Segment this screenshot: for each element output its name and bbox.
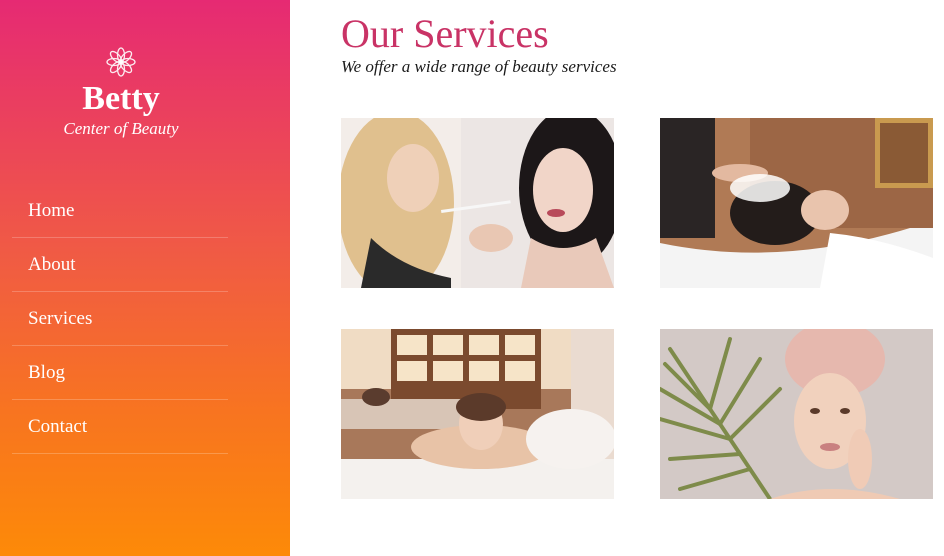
page-title: Our Services <box>341 11 549 56</box>
nav-item-home[interactable]: Home <box>12 184 228 238</box>
sidebar: Betty Center of Beauty Home About Servic… <box>0 0 290 556</box>
lotus-icon <box>106 47 136 77</box>
page-subtitle: We offer a wide range of beauty services <box>341 57 617 76</box>
service-image-massage[interactable] <box>341 329 614 499</box>
service-image-skincare[interactable] <box>660 329 933 499</box>
nav-item-contact[interactable]: Contact <box>12 400 228 454</box>
brand-tagline: Center of Beauty <box>63 119 179 138</box>
nav-item-about[interactable]: About <box>12 238 228 292</box>
nav-item-services[interactable]: Services <box>12 292 228 346</box>
main-nav: Home About Services Blog Contact <box>12 184 228 454</box>
service-image-hair-wash[interactable] <box>660 118 933 288</box>
brand-name: Betty <box>82 80 160 117</box>
nav-item-blog[interactable]: Blog <box>12 346 228 400</box>
brand[interactable]: Betty Center of Beauty <box>0 46 242 140</box>
service-image-makeup[interactable] <box>341 118 614 288</box>
